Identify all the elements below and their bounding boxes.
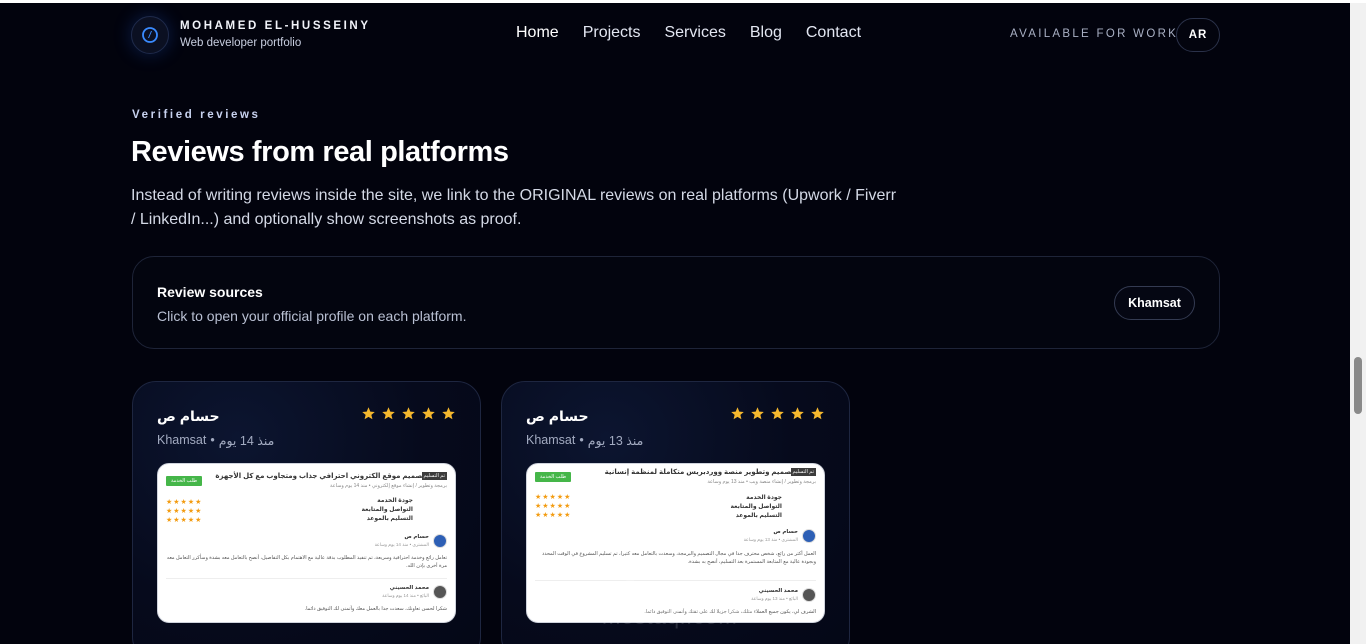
section-lead: Instead of writing reviews inside the si… <box>131 187 897 228</box>
star-icon <box>361 406 376 421</box>
nav-contact[interactable]: Contact <box>806 24 861 42</box>
screenshot-review-text: تعامل رائع وخدمة احترافية وسريعة، تم تنف… <box>166 555 447 569</box>
avatar <box>802 588 816 602</box>
screenshot-title: تصميم وتطوير منصة ووردبريس متكاملة لمنظم… <box>604 469 794 476</box>
screenshot-seller: محمد الحسيني <box>389 585 429 591</box>
availability-status: AVAILABLE FOR WORK <box>1010 28 1179 40</box>
site-header: MOHAMED EL-HUSSEINY Web developer portfo… <box>0 3 1350 69</box>
screenshot-reviewer-meta: المشتري • منذ 13 يوم وساعة <box>743 537 798 542</box>
review-meta: Khamsat • منذ 13 يوم <box>526 433 643 448</box>
screenshot-seller-reply: شكرا لحسن تعاونك، سعدت جدا بالعمل معك وأ… <box>304 606 447 612</box>
screenshot-review-text: العمل أكثر من رائع، شخص محترف جدا في مجا… <box>541 551 816 565</box>
star-icon <box>790 406 805 421</box>
screenshot-categories: جودة الخدمة التواصل والمتابعة التسليم با… <box>361 498 413 522</box>
screenshot-meta: برمجة وتطوير / إنشاء منصة ويب • منذ 13 ي… <box>707 479 816 485</box>
avatar <box>433 585 447 599</box>
review-card: حسام ص Khamsat • منذ 14 يوم تصميم موقع ا… <box>132 381 481 644</box>
review-platform: Khamsat <box>157 433 207 447</box>
nav-services[interactable]: Services <box>664 24 725 42</box>
star-icon <box>441 406 456 421</box>
rating-stars <box>730 406 825 421</box>
nav-projects[interactable]: Projects <box>583 24 641 42</box>
review-meta: Khamsat • منذ 14 يوم <box>157 433 274 448</box>
screenshot-order-button: طلب الخدمة <box>166 476 203 486</box>
screenshot-reviewer-meta: المشتري • منذ 14 يوم وساعة <box>374 542 429 547</box>
rating-stars <box>361 406 456 421</box>
reviewer-name: حسام ص <box>526 408 589 424</box>
screenshot-reviewer: حسام ص <box>404 534 429 540</box>
mostaql-watermark-url: mostaql.com <box>602 604 738 629</box>
screenshot-divider <box>166 578 447 579</box>
screenshot-seller-meta: البائع • منذ 14 يوم وساعة <box>382 593 429 598</box>
screenshot-meta: برمجة وتطوير / إنشاء موقع إلكتروني • منذ… <box>330 483 447 489</box>
sources-subtitle: Click to open your official profile on e… <box>157 308 467 324</box>
section-title: Reviews from real platforms <box>131 136 509 168</box>
star-icon <box>421 406 436 421</box>
language-toggle-button[interactable]: AR <box>1176 18 1220 52</box>
scrollbar-thumb[interactable] <box>1354 357 1362 414</box>
star-icon <box>770 406 785 421</box>
star-icon <box>810 406 825 421</box>
screenshot-title: تصميم موقع الكتروني احترافي جذاب ومتجاوب… <box>215 473 425 480</box>
sources-title: Review sources <box>157 284 263 300</box>
screenshot-tag: تم التسليم <box>790 468 816 476</box>
avatar <box>433 534 447 548</box>
avatar <box>802 529 816 543</box>
star-icon <box>750 406 765 421</box>
review-time: منذ 14 يوم <box>218 434 275 448</box>
review-platform: Khamsat <box>526 433 576 447</box>
main-nav: Home Projects Services Blog Contact <box>516 24 885 42</box>
nav-home[interactable]: Home <box>516 24 559 42</box>
screenshot-categories: جودة الخدمة التواصل والمتابعة التسليم با… <box>730 495 782 519</box>
screenshot-order-button: طلب الخدمة <box>535 472 572 482</box>
review-time: منذ 13 يوم <box>587 434 644 448</box>
screenshot-seller: محمد الحسيني <box>758 588 798 594</box>
reviewer-name: حسام ص <box>157 408 220 424</box>
screenshot-stars: ★★★★★ ★★★★★ ★★★★★ <box>535 494 572 519</box>
star-icon <box>401 406 416 421</box>
meta-separator: • <box>579 433 584 447</box>
brand-logo-icon <box>142 27 158 43</box>
section-eyebrow: Verified reviews <box>132 109 261 121</box>
page-scrollbar[interactable] <box>1350 3 1366 644</box>
star-icon <box>381 406 396 421</box>
review-screenshot[interactable]: تصميم موقع الكتروني احترافي جذاب ومتجاوب… <box>157 463 456 623</box>
meta-separator: • <box>210 433 215 447</box>
logo-badge[interactable] <box>131 16 169 54</box>
brand-name: MOHAMED EL-HUSSEINY <box>180 20 371 32</box>
brand-subtitle: Web developer portfolio <box>180 37 302 49</box>
screenshot-reviewer: حسام ص <box>773 529 798 535</box>
star-icon <box>730 406 745 421</box>
screenshot-stars: ★★★★★ ★★★★★ ★★★★★ <box>166 499 203 524</box>
nav-blog[interactable]: Blog <box>750 24 782 42</box>
review-sources-card: Review sources Click to open your offici… <box>132 256 1220 349</box>
khamsat-profile-button[interactable]: Khamsat <box>1114 286 1195 320</box>
screenshot-tag: تم التسليم <box>421 472 447 480</box>
